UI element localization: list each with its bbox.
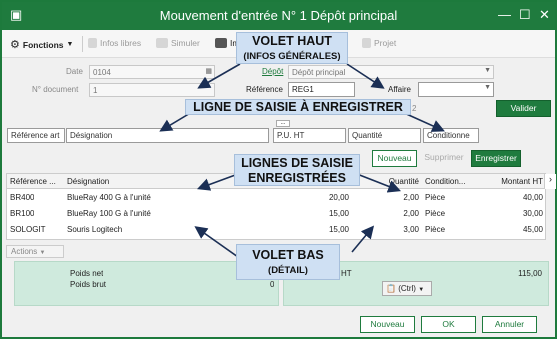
- window: ▣ Mouvement d'entrée N° 1 Dépôt principa…: [0, 0, 557, 339]
- callout-volet-haut-title: VOLET HAUT: [252, 34, 332, 48]
- callout-ligne-saisie: LIGNE DE SAISIE À ENREGISTRER: [185, 99, 411, 115]
- callout-volet-bas-title: VOLET BAS: [252, 248, 324, 262]
- callout-volet-haut: VOLET HAUT (INFOS GÉNÉRALES): [236, 32, 348, 64]
- callout-lignes-enregistrees: LIGNES DE SAISIE ENREGISTRÉES: [234, 154, 360, 186]
- arrow: [194, 226, 239, 258]
- callout-volet-bas-sub: DÉTAIL: [271, 265, 305, 276]
- callout-lignes-title: LIGNES DE SAISIE: [241, 156, 353, 170]
- callout-volet-bas: VOLET BAS (DÉTAIL): [236, 244, 340, 280]
- arrow: [346, 63, 385, 89]
- arrow: [356, 173, 401, 193]
- arrow: [197, 63, 241, 89]
- arrow: [351, 225, 375, 253]
- callout-volet-haut-sub: INFOS GÉNÉRALES: [246, 51, 338, 62]
- callout-lignes-sub: ENREGISTRÉES: [248, 171, 346, 185]
- arrow: [196, 173, 239, 191]
